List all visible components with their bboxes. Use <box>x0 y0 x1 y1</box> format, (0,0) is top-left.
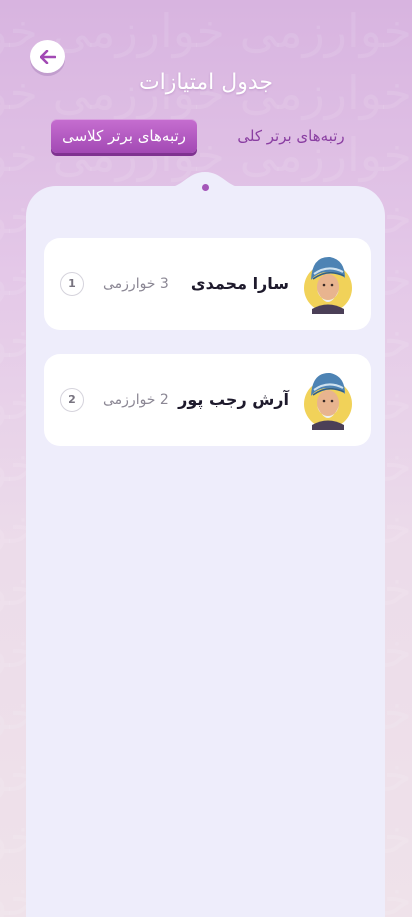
student-score: 3 خوارزمی <box>103 276 169 292</box>
back-button[interactable] <box>30 40 65 73</box>
arrow-left-icon <box>39 49 56 64</box>
page-title: جدول امتیازات <box>138 70 274 95</box>
scholar-avatar-icon <box>304 256 352 314</box>
rank-badge: 1 <box>60 272 84 296</box>
leaderboard-row[interactable]: سارا محمدی 3 خوارزمی 1 <box>44 238 371 330</box>
tab-overall-top-ranks[interactable]: رتبه‌های برتر کلی <box>236 119 346 153</box>
panel-indicator-dot <box>202 184 209 191</box>
student-name: سارا محمدی <box>190 274 289 293</box>
leaderboard-row[interactable]: آرش رجب پور 2 خوارزمی 2 <box>44 354 371 446</box>
tab-class-top-ranks[interactable]: رتبه‌های برتر کلاسی <box>51 119 197 153</box>
student-score: 2 خوارزمی <box>103 392 169 408</box>
student-name: آرش رجب پور <box>178 390 289 409</box>
rank-badge: 2 <box>60 388 84 412</box>
scholar-avatar-icon <box>304 372 352 430</box>
